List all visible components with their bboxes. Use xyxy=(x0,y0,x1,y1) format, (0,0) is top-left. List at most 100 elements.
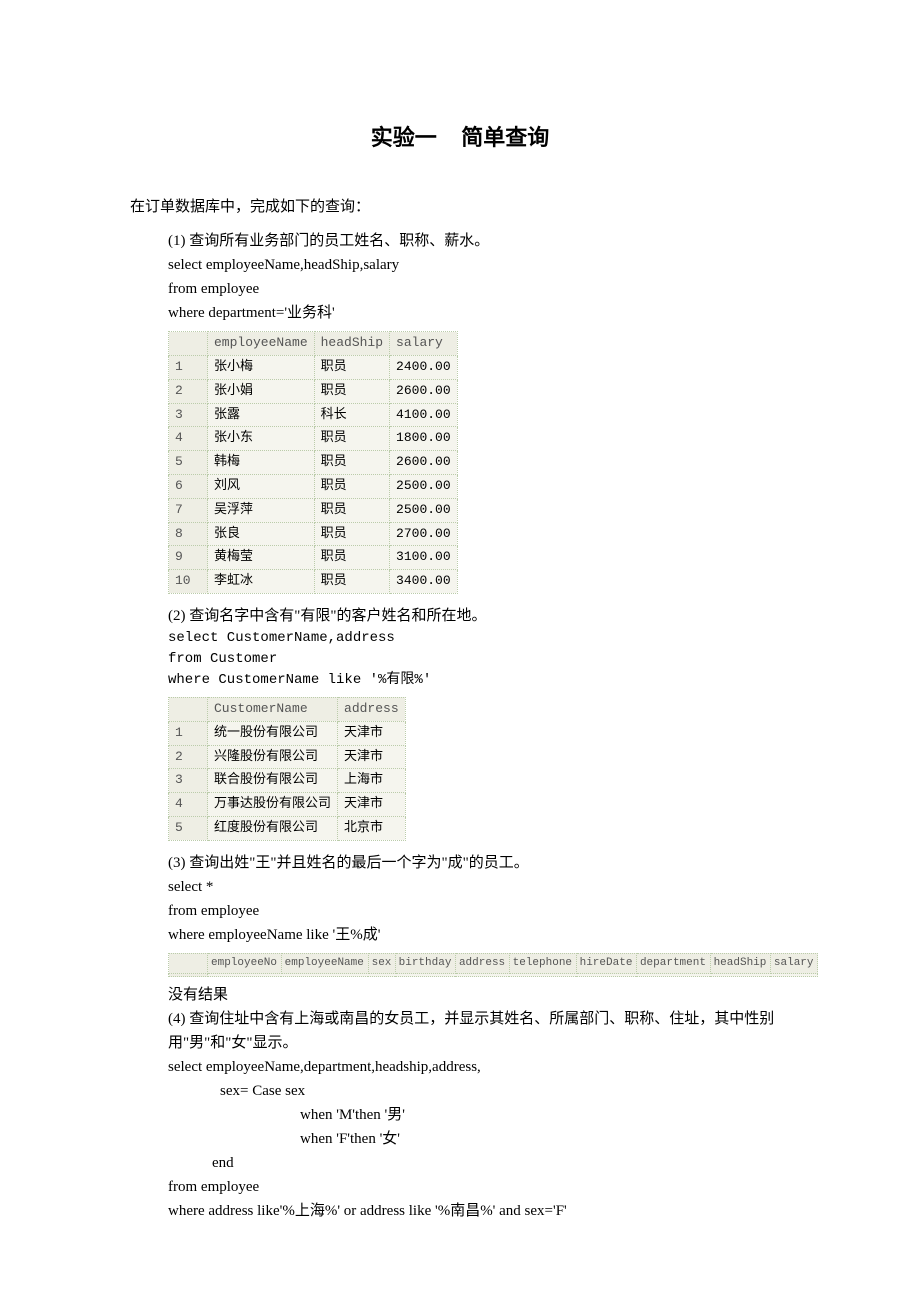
cell: 刘风 xyxy=(208,474,315,498)
q4-sql-line3: when 'M'then '男' xyxy=(300,1103,790,1127)
cell: 天津市 xyxy=(338,793,406,817)
cell: 2500.00 xyxy=(390,498,458,522)
row-number: 5 xyxy=(169,816,208,840)
table-row-empty xyxy=(169,974,818,977)
cell: 3400.00 xyxy=(390,570,458,594)
q4-sql-line5: end xyxy=(212,1151,790,1175)
cell: 职员 xyxy=(314,427,389,451)
q3-result-table: employeeNo employeeName sex birthday add… xyxy=(168,953,818,978)
cell: 兴隆股份有限公司 xyxy=(208,745,338,769)
cell: 上海市 xyxy=(338,769,406,793)
q3-col-2: sex xyxy=(368,953,395,974)
cell: 韩梅 xyxy=(208,451,315,475)
q2-result-table: CustomerName address 1统一股份有限公司天津市2兴隆股份有限… xyxy=(168,697,406,841)
cell: 3100.00 xyxy=(390,546,458,570)
cell: 职员 xyxy=(314,379,389,403)
q3-sql-line1: select * xyxy=(168,875,790,899)
row-number: 3 xyxy=(169,403,208,427)
q1-sql-line3: where department='业务科' xyxy=(168,301,790,325)
q1-col-employeeName: employeeName xyxy=(208,332,315,356)
q2-sql-line3: where CustomerName like '%有限%' xyxy=(168,670,790,691)
table-row: 5韩梅职员2600.00 xyxy=(169,451,458,475)
cell: 联合股份有限公司 xyxy=(208,769,338,793)
cell: 职员 xyxy=(314,546,389,570)
cell: 2700.00 xyxy=(390,522,458,546)
q3-col-4: address xyxy=(455,953,509,974)
table-row: 2兴隆股份有限公司天津市 xyxy=(169,745,406,769)
q3-col-3: birthday xyxy=(395,953,455,974)
q4-sql-line2: sex= Case sex xyxy=(220,1079,790,1103)
cell: 李虹冰 xyxy=(208,570,315,594)
corner-cell xyxy=(169,332,208,356)
cell: 职员 xyxy=(314,474,389,498)
q2-prompt: (2) 查询名字中含有"有限"的客户姓名和所在地。 xyxy=(168,604,790,628)
cell: 2400.00 xyxy=(390,355,458,379)
cell: 职员 xyxy=(314,570,389,594)
row-number: 6 xyxy=(169,474,208,498)
table-row: 3张露科长4100.00 xyxy=(169,403,458,427)
table-row: 4张小东职员1800.00 xyxy=(169,427,458,451)
row-number: 8 xyxy=(169,522,208,546)
q1-result-table: employeeName headShip salary 1张小梅职员2400.… xyxy=(168,331,458,594)
cell: 万事达股份有限公司 xyxy=(208,793,338,817)
cell: 天津市 xyxy=(338,745,406,769)
table-row: 2张小娟职员2600.00 xyxy=(169,379,458,403)
corner-cell xyxy=(169,953,208,974)
q4-sql-line1: select employeeName,department,headship,… xyxy=(168,1055,790,1079)
cell: 吴浮萍 xyxy=(208,498,315,522)
cell: 天津市 xyxy=(338,721,406,745)
cell: 科长 xyxy=(314,403,389,427)
q3-col-5: telephone xyxy=(509,953,576,974)
q1-sql-line2: from employee xyxy=(168,277,790,301)
q1-col-salary: salary xyxy=(390,332,458,356)
q3-prompt: (3) 查询出姓"王"并且姓名的最后一个字为"成"的员工。 xyxy=(168,851,790,875)
q3-sql-line2: from employee xyxy=(168,899,790,923)
table-row: 1张小梅职员2400.00 xyxy=(169,355,458,379)
cell: 1800.00 xyxy=(390,427,458,451)
q2-sql-line1: select CustomerName,address xyxy=(168,628,790,649)
table-row: 8张良职员2700.00 xyxy=(169,522,458,546)
cell: 职员 xyxy=(314,355,389,379)
table-row: 1统一股份有限公司天津市 xyxy=(169,721,406,745)
q4-sql-line7: where address like'%上海%' or address like… xyxy=(168,1199,790,1223)
q3-col-1: employeeName xyxy=(281,953,368,974)
cell: 张小梅 xyxy=(208,355,315,379)
intro-text: 在订单数据库中，完成如下的查询： xyxy=(130,195,790,219)
q3-col-6: hireDate xyxy=(576,953,636,974)
q4-prompt: (4) 查询住址中含有上海或南昌的女员工，并显示其姓名、所属部门、职称、住址，其… xyxy=(168,1007,790,1055)
cell: 2500.00 xyxy=(390,474,458,498)
cell: 职员 xyxy=(314,451,389,475)
row-number: 5 xyxy=(169,451,208,475)
q2-col-customerName: CustomerName xyxy=(208,697,338,721)
cell: 统一股份有限公司 xyxy=(208,721,338,745)
cell: 2600.00 xyxy=(390,451,458,475)
table-row: 10李虹冰职员3400.00 xyxy=(169,570,458,594)
cell: 张露 xyxy=(208,403,315,427)
q3-col-0: employeeNo xyxy=(208,953,282,974)
table-row: 9黄梅莹职员3100.00 xyxy=(169,546,458,570)
q2-col-address: address xyxy=(338,697,406,721)
row-number: 9 xyxy=(169,546,208,570)
cell: 2600.00 xyxy=(390,379,458,403)
q1-prompt: (1) 查询所有业务部门的员工姓名、职称、薪水。 xyxy=(168,229,790,253)
q4-sql-line6: from employee xyxy=(168,1175,790,1199)
q3-sql-line3: where employeeName like '王%成' xyxy=(168,923,790,947)
cell: 张小东 xyxy=(208,427,315,451)
cell: 职员 xyxy=(314,498,389,522)
row-number: 4 xyxy=(169,427,208,451)
row-number: 2 xyxy=(169,745,208,769)
cell: 4100.00 xyxy=(390,403,458,427)
table-row: 5红度股份有限公司北京市 xyxy=(169,816,406,840)
cell: 职员 xyxy=(314,522,389,546)
row-number: 1 xyxy=(169,355,208,379)
q3-col-8: headShip xyxy=(710,953,770,974)
table-row: 4万事达股份有限公司天津市 xyxy=(169,793,406,817)
row-number: 2 xyxy=(169,379,208,403)
row-number: 4 xyxy=(169,793,208,817)
cell: 北京市 xyxy=(338,816,406,840)
cell: 张良 xyxy=(208,522,315,546)
corner-cell xyxy=(169,697,208,721)
row-number: 1 xyxy=(169,721,208,745)
q3-noresult: 没有结果 xyxy=(168,983,790,1007)
row-number: 3 xyxy=(169,769,208,793)
